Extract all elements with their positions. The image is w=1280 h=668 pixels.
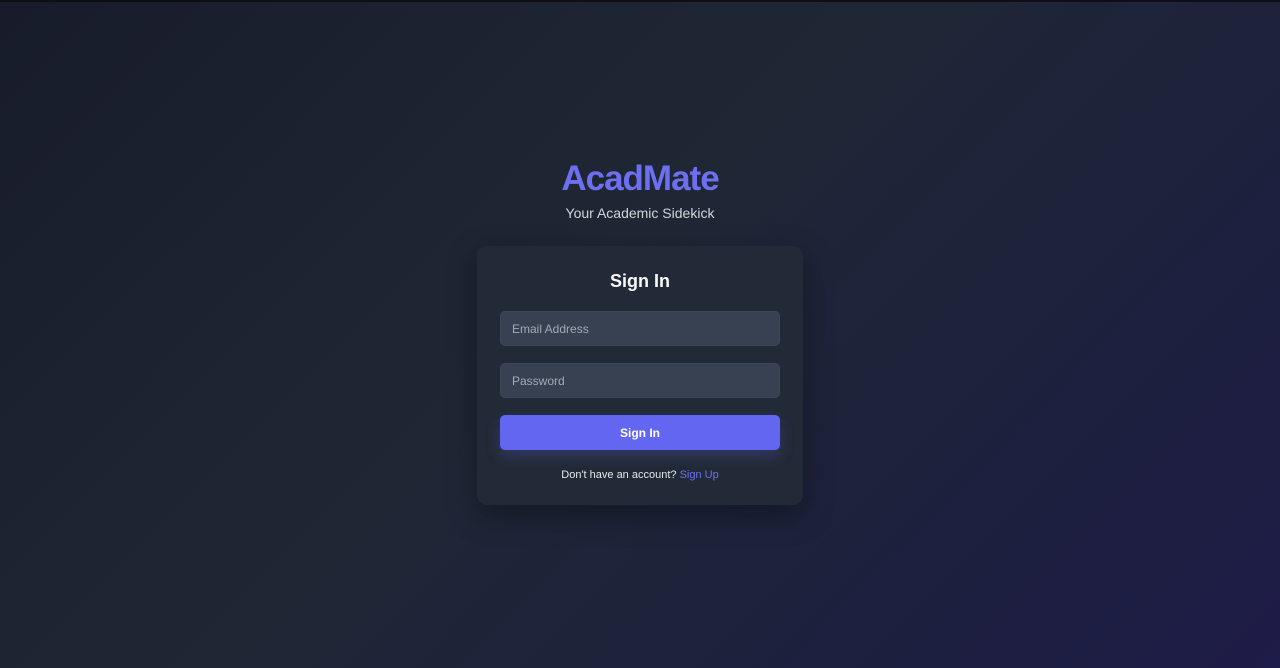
password-field[interactable] (500, 363, 780, 398)
brand-title: AcadMate (561, 159, 719, 198)
signin-title: Sign In (610, 271, 670, 291)
brand-tagline: Your Academic Sidekick (565, 205, 715, 221)
signup-prompt: Don't have an account? Sign Up (477, 468, 803, 482)
signin-card: Sign In Sign In Don't have an account? S… (477, 246, 803, 505)
login-page: AcadMate Your Academic Sidekick Sign In … (0, 0, 1280, 668)
email-field[interactable] (500, 311, 780, 346)
signup-link[interactable]: Sign Up (680, 469, 719, 481)
signin-button[interactable]: Sign In (500, 415, 780, 450)
signup-prompt-text: Don't have an account? (561, 469, 677, 481)
